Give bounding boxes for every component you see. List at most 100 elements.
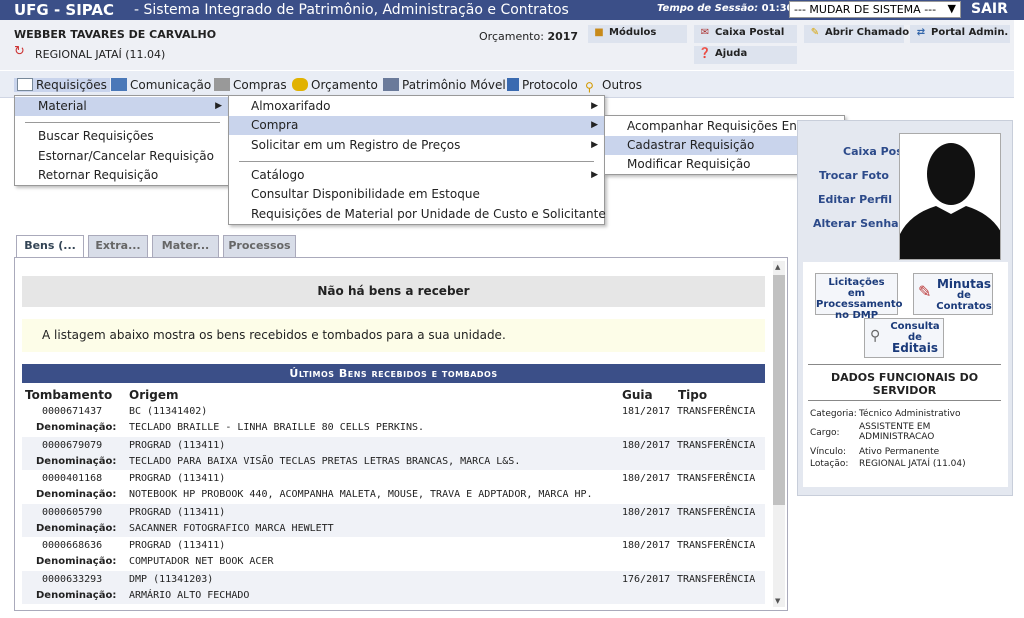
admin-portal-button[interactable]: ⇄ Portal Admin.: [910, 25, 1010, 43]
logout-button[interactable]: SAIR: [971, 1, 1008, 17]
no-goods-message: Não há bens a receber: [22, 276, 765, 307]
magnifier-icon: ⚲: [870, 328, 881, 344]
table-row[interactable]: 0000671437 BC (11341402) 181/2017 TRANSFERÊ…: [22, 403, 765, 420]
brand: UFG - SIPAC: [14, 1, 115, 19]
minutas-line1: Minutas: [936, 277, 992, 291]
top-bar: UFG - SIPAC - Sistema Integrado de Patri…: [0, 0, 1024, 20]
menu-orcamento[interactable]: Orçamento: [292, 78, 378, 92]
menu-comunicacao[interactable]: Comunicação: [111, 78, 211, 92]
dd-solicitar[interactable]: Solicitar em um Registro de Preços ▶: [229, 136, 604, 155]
cell-guia: 180/2017: [622, 473, 671, 484]
chevron-down-icon: ▼: [947, 2, 956, 15]
open-ticket-label: Abrir Chamado: [825, 27, 910, 38]
divider: [808, 364, 1001, 365]
search-icon: ⚲: [585, 80, 594, 94]
coins-icon: [292, 78, 308, 91]
tab-processos[interactable]: Processos: [223, 235, 296, 257]
table-row-detail: Denominação: NOTEBOOK HP PROBOOK 440, ACO…: [22, 486, 765, 503]
cell-origem: PROGRAD (113411): [129, 473, 226, 484]
submenu-arrow-icon: ▶: [591, 170, 598, 180]
dd-buscar[interactable]: Buscar Requisições: [15, 127, 154, 146]
cell-denominacao: SACANNER FOTOGRAFICO MARCA HEWLETT: [129, 522, 334, 534]
mailbox-button[interactable]: ✉ Caixa Postal: [694, 25, 797, 43]
scroll-down-icon[interactable]: ▼: [775, 597, 780, 605]
dd-estornar[interactable]: Estornar/Cancelar Requisição: [15, 147, 214, 166]
help-button[interactable]: ❓ Ajuda: [694, 46, 797, 64]
session-timer: Tempo de Sessão: 01:30: [657, 3, 794, 14]
tab-material[interactable]: Mater...: [152, 235, 219, 257]
silhouette-icon: [900, 143, 1000, 259]
dd-compra[interactable]: Compra ▶: [229, 116, 604, 135]
table-row[interactable]: 0000633293 DMP (11341203) 176/2017 TRANSFER…: [22, 570, 765, 588]
table-row-detail: Denominação: TECLADO BRAILLE - LINHA BRAI…: [22, 419, 765, 436]
scrollbar-thumb[interactable]: [773, 275, 785, 505]
budget-year-value[interactable]: 2017: [547, 30, 578, 43]
cell-tipo: TRANSFERÊNCIA: [677, 506, 756, 518]
tab-extra[interactable]: Extra...: [88, 235, 148, 257]
denominacao-label: Denominação:: [36, 489, 117, 500]
denominacao-label: Denominação:: [36, 522, 117, 534]
cell-tipo: TRANSFERÊNCIA: [677, 573, 756, 585]
minutas-line3: Contratos: [936, 301, 992, 312]
menu-patrimonio-label: Patrimônio Móvel: [402, 78, 506, 92]
lotacao-value: REGIONAL JATAÍ (11.04): [859, 459, 966, 469]
table-row[interactable]: 0000401168 PROGRAD (113411) 180/2017 TRANSF…: [22, 470, 765, 487]
menu-protocolo[interactable]: Protocolo: [507, 78, 578, 92]
consulta-editais-button[interactable]: ⚲ Consulta de Editais: [864, 318, 944, 358]
material-dropdown: Almoxarifado ▶ Compra ▶ Solicitar em um Re…: [228, 95, 606, 225]
table-row-detail: Denominação: TECLADO PARA BAIXA VISÃO TEC…: [22, 452, 765, 470]
dd-almoxarifado[interactable]: Almoxarifado ▶: [229, 97, 604, 116]
refresh-unit-icon[interactable]: ↻: [14, 44, 25, 59]
session-label: Tempo de Sessão:: [657, 3, 759, 14]
scroll-up-icon[interactable]: ▲: [775, 263, 780, 271]
menu-outros[interactable]: ⚲ Outros: [585, 78, 642, 94]
modules-button[interactable]: ■ Módulos: [588, 25, 687, 43]
open-ticket-button[interactable]: ✎ Abrir Chamado: [804, 25, 909, 43]
menu-comunicacao-label: Comunicação: [130, 78, 212, 92]
dd-material[interactable]: Material ▶: [15, 97, 228, 116]
minutas-button[interactable]: ✎ Minutas de Contratos: [913, 273, 993, 315]
table-row[interactable]: 0000679079 PROGRAD (113411) 180/2017 TRANSF…: [22, 436, 765, 454]
separator: [239, 161, 594, 162]
switch-system-select[interactable]: --- MUDAR DE SISTEMA --- ▼: [789, 1, 961, 18]
tab-bens[interactable]: Bens (...: [16, 235, 84, 258]
book-icon: [111, 78, 127, 91]
col-guia: Guia: [622, 388, 653, 402]
denominacao-label: Denominação:: [36, 422, 117, 433]
menu-compras[interactable]: Compras: [214, 78, 287, 92]
table-row[interactable]: 0000668636 PROGRAD (113411) 180/2017 TRANSF…: [22, 537, 765, 554]
pencil-icon: ✎: [810, 27, 820, 38]
menu-protocolo-label: Protocolo: [522, 78, 578, 92]
budget-label: Orçamento:: [479, 30, 544, 43]
col-origem: Origem: [129, 388, 179, 402]
dd-compra-label: Compra: [251, 118, 299, 132]
dd-catalogo[interactable]: Catálogo ▶: [229, 166, 604, 185]
table-row[interactable]: 0000605790 PROGRAD (113411) 180/2017 TRANSF…: [22, 503, 765, 521]
sidebar-trocar-foto[interactable]: Trocar Foto: [819, 169, 889, 182]
dd-consultar[interactable]: Consultar Disponibilidade em Estoque: [229, 185, 480, 204]
sidebar-alterar-senha[interactable]: Alterar Senha: [813, 217, 899, 230]
portal-icon: ⇄: [916, 27, 926, 38]
contract-icon: ✎: [918, 282, 932, 301]
cell-tombamento: 0000679079: [42, 439, 103, 451]
info-message: A listagem abaixo mostra os bens recebid…: [22, 319, 765, 352]
licitacoes-button[interactable]: Licitações em Processamento no DMP: [815, 273, 903, 321]
documents-icon: [17, 78, 33, 91]
user-unit: REGIONAL JATAÍ (11.04): [35, 48, 166, 61]
cell-denominacao: TECLADO BRAILLE - LINHA BRAILLE 80 CELLS…: [129, 422, 425, 433]
user-name: WEBBER TAVARES DE CARVALHO: [14, 28, 217, 41]
menu-patrimonio[interactable]: Patrimônio Móvel: [383, 78, 506, 92]
help-icon: ❓: [698, 48, 712, 59]
licitacoes-line3: Processamento: [816, 299, 903, 310]
menu-requisicoes-label: Requisições: [36, 78, 107, 92]
cart-icon: [214, 78, 230, 91]
cell-denominacao: ARMÁRIO ALTO FECHADO: [129, 589, 250, 601]
consulta-line1: Consulta: [890, 321, 940, 332]
menu-compras-label: Compras: [233, 78, 287, 92]
dd-retornar[interactable]: Retornar Requisição: [15, 166, 158, 185]
col-tombamento: Tombamento: [25, 388, 113, 402]
sidebar-editar-perfil[interactable]: Editar Perfil: [818, 193, 892, 206]
dd-requisicoes-unidade[interactable]: Requisições de Material por Unidade de C…: [229, 205, 606, 224]
menu-requisicoes[interactable]: Requisições: [14, 78, 110, 92]
dados-funcionais-title: DADOS FUNCIONAIS DO SERVIDOR: [830, 371, 979, 397]
